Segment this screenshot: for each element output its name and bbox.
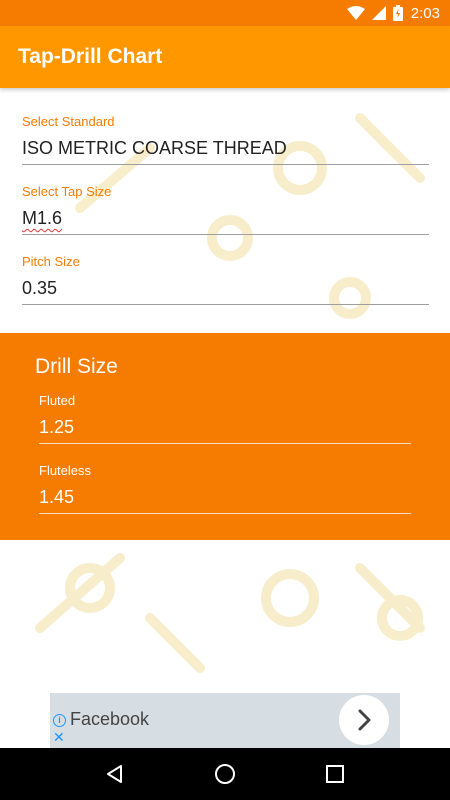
- ad-text: Facebook: [70, 709, 150, 729]
- recents-icon: [326, 765, 344, 783]
- pitch-label: Pitch Size: [22, 254, 80, 269]
- signal-icon: [371, 6, 386, 20]
- tap-size-select[interactable]: Select Tap Size M1.6: [22, 184, 429, 235]
- pitch-field[interactable]: Pitch Size 0.35: [22, 254, 429, 305]
- fluted-field[interactable]: Fluted 1.25: [39, 393, 411, 444]
- app-bar: Tap-Drill Chart: [0, 26, 450, 88]
- status-bar: 2:03: [0, 0, 450, 26]
- battery-icon: [392, 5, 403, 21]
- fluteless-field[interactable]: Fluteless 1.45: [39, 463, 411, 514]
- fluted-value[interactable]: 1.25: [39, 417, 411, 444]
- standard-value[interactable]: ISO METRIC COARSE THREAD: [22, 138, 429, 165]
- navigation-bar: [0, 748, 450, 800]
- ad-open-button[interactable]: [339, 695, 389, 745]
- info-icon[interactable]: i: [53, 714, 66, 727]
- tap-size-label: Select Tap Size: [22, 184, 112, 199]
- ad-banner[interactable]: i ✕ Facebook: [50, 693, 400, 748]
- page-title: Tap-Drill Chart: [18, 45, 163, 68]
- back-icon: [107, 765, 122, 783]
- wifi-icon: [346, 6, 365, 20]
- back-button[interactable]: [95, 754, 135, 794]
- chevron-right-icon: [358, 709, 371, 731]
- fluteless-value[interactable]: 1.45: [39, 487, 411, 514]
- home-button[interactable]: [205, 754, 245, 794]
- clock: 2:03: [410, 4, 440, 22]
- close-icon[interactable]: ✕: [53, 730, 65, 744]
- fluteless-label: Fluteless: [39, 463, 92, 478]
- drill-size-title: Drill Size: [35, 355, 118, 378]
- tap-size-value[interactable]: M1.6: [22, 208, 429, 235]
- pitch-value[interactable]: 0.35: [22, 278, 429, 305]
- recents-button[interactable]: [315, 754, 355, 794]
- standard-label: Select Standard: [22, 114, 115, 129]
- standard-select[interactable]: Select Standard ISO METRIC COARSE THREAD: [22, 114, 429, 165]
- fluted-label: Fluted: [39, 393, 76, 408]
- tap-size-text: M1.6: [22, 208, 63, 228]
- home-icon: [215, 764, 235, 784]
- drill-size-panel: Drill Size Fluted 1.25 Fluteless 1.45: [0, 333, 450, 540]
- thread-form: Select Standard ISO METRIC COARSE THREAD…: [0, 88, 450, 333]
